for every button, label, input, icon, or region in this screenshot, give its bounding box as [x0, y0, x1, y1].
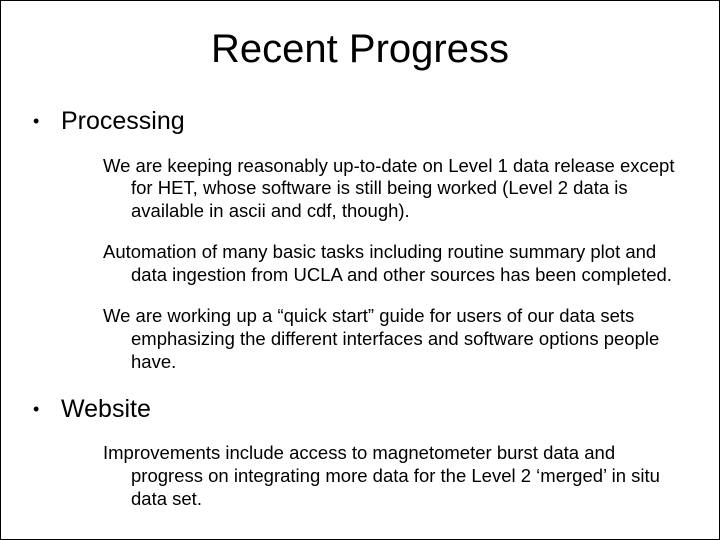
bullet-website: • Website [29, 394, 691, 424]
bullet-heading-processing: Processing [61, 106, 185, 136]
website-subitems: Improvements include access to magnetome… [103, 442, 691, 510]
processing-subitems: We are keeping reasonably up-to-date on … [103, 155, 691, 374]
slide: Recent Progress • Processing We are keep… [0, 0, 720, 540]
bullet-processing: • Processing [29, 106, 691, 136]
bullet-dot-icon: • [29, 106, 61, 136]
slide-title: Recent Progress [29, 27, 691, 72]
processing-item: We are working up a “quick start” guide … [103, 305, 691, 373]
bullet-dot-icon: • [29, 394, 61, 424]
processing-item: Automation of many basic tasks including… [103, 241, 691, 287]
bullet-heading-website: Website [61, 394, 151, 424]
processing-item: We are keeping reasonably up-to-date on … [103, 155, 691, 223]
website-item: Improvements include access to magnetome… [103, 442, 691, 510]
